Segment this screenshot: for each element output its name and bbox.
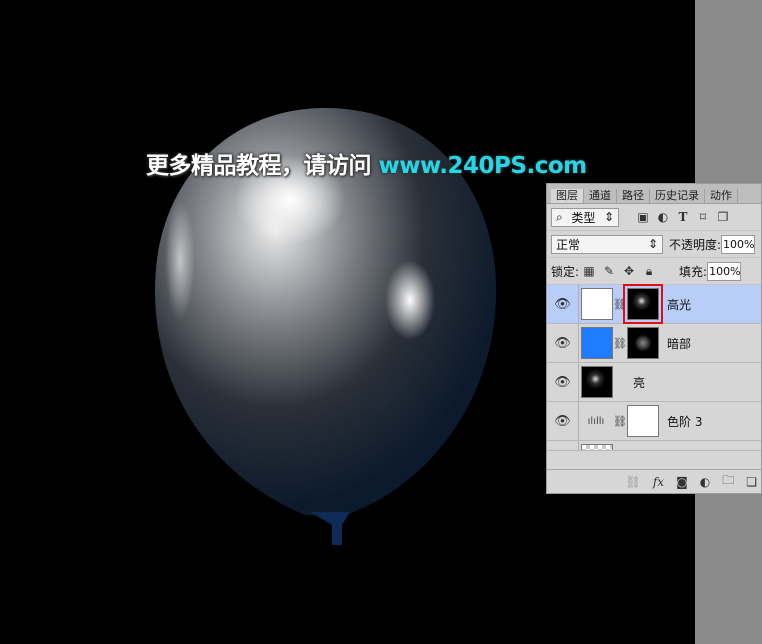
link-icon[interactable]: ⛓︎ bbox=[613, 415, 627, 428]
panel-footer: ⛓︎ fx ◙ ◐ 🗀︎ ❏ bbox=[547, 469, 761, 493]
layer-mask-thumbnail[interactable] bbox=[627, 405, 659, 437]
fill-label: 填充: bbox=[679, 264, 708, 279]
filter-kind-select[interactable]: ⌕ 类型 ⇕ bbox=[551, 207, 619, 227]
shape-filter-icon[interactable]: ⌑ bbox=[693, 210, 713, 224]
layer-bright[interactable]: 👁︎ 亮 bbox=[547, 363, 761, 402]
panel-tabs: 图层 通道 路径 历史记录 动作 bbox=[547, 184, 761, 204]
updown-icon: ⇕ bbox=[603, 210, 614, 224]
layers-panel: 图层 通道 路径 历史记录 动作 ⌕ 类型 ⇕ ▣ ◐ T ⌑ ❐ 正常 ⇕ 不透明度… bbox=[546, 183, 762, 494]
layer-name: 暗部 bbox=[667, 336, 692, 351]
watermark-url: www.240PS.com bbox=[378, 153, 588, 179]
lock-transparent-icon[interactable]: ▦ bbox=[579, 264, 599, 278]
levels-adjustment-icon: ılıllı bbox=[587, 415, 605, 427]
lock-paint-brush-icon[interactable]: ✎ bbox=[599, 264, 619, 278]
adjustment-filter-icon[interactable]: ◐ bbox=[653, 210, 673, 224]
eye-icon[interactable]: 👁︎ bbox=[547, 324, 579, 362]
opacity-input[interactable]: 100% bbox=[721, 234, 756, 254]
layer-thumbnail bbox=[581, 327, 613, 359]
layer-thumbnail bbox=[581, 366, 613, 398]
tab-actions[interactable]: 动作 bbox=[705, 189, 738, 203]
layer-levels-3[interactable]: 👁︎ ılıllı ⛓︎ 色阶 3 bbox=[547, 402, 761, 441]
layer-mask-thumbnail[interactable] bbox=[627, 327, 659, 359]
adjustment-layer-icon[interactable]: ◐ bbox=[700, 475, 710, 489]
filter-row: ⌕ 类型 ⇕ ▣ ◐ T ⌑ ❐ bbox=[547, 204, 761, 231]
opacity-label: 不透明度: bbox=[669, 237, 722, 252]
lock-label: 锁定: bbox=[551, 264, 580, 279]
eye-icon[interactable]: 👁︎ bbox=[547, 402, 579, 440]
updown-icon: ⇕ bbox=[647, 237, 658, 251]
watermark-text: 更多精品教程，请访问 bbox=[146, 153, 372, 179]
lock-move-icon[interactable]: ✥ bbox=[619, 264, 639, 278]
blend-mode-select[interactable]: 正常 ⇕ bbox=[551, 234, 663, 254]
link-layers-icon[interactable]: ⛓︎ bbox=[626, 475, 641, 489]
new-layer-icon[interactable]: ❏ bbox=[746, 475, 757, 489]
layer-name: 色阶 3 bbox=[667, 414, 703, 429]
eye-icon[interactable]: 👁︎ bbox=[547, 285, 579, 323]
tab-history[interactable]: 历史记录 bbox=[650, 189, 705, 203]
fill-input[interactable]: 100% bbox=[707, 261, 742, 281]
image-filter-icon[interactable]: ▣ bbox=[633, 210, 653, 224]
add-mask-icon[interactable]: ◙ bbox=[676, 475, 688, 489]
layer-thumbnail bbox=[581, 288, 613, 320]
tab-layers[interactable]: 图层 bbox=[551, 189, 584, 203]
lock-row: 锁定: ▦ ✎ ✥ 🔒︎ 填充: 100% bbox=[547, 258, 761, 285]
eye-icon[interactable]: 👁︎ bbox=[547, 363, 579, 401]
layer-partial[interactable] bbox=[547, 441, 761, 451]
layer-mask-thumbnail[interactable] bbox=[623, 284, 663, 324]
smart-object-filter-icon[interactable]: ❐ bbox=[713, 210, 733, 224]
layer-thumbnail bbox=[581, 444, 613, 450]
link-icon[interactable]: ⛓︎ bbox=[613, 298, 627, 311]
blend-row: 正常 ⇕ 不透明度: 100% bbox=[547, 231, 761, 258]
link-icon[interactable]: ⛓︎ bbox=[613, 337, 627, 350]
tab-channels[interactable]: 通道 bbox=[584, 189, 617, 203]
type-filter-icon[interactable]: T bbox=[673, 210, 693, 224]
layer-highlight[interactable]: 👁︎ ⛓︎ 高光 bbox=[547, 284, 761, 324]
eye-column bbox=[547, 441, 579, 450]
tab-paths[interactable]: 路径 bbox=[617, 189, 650, 203]
watermark: 更多精品教程，请访问 www.240PS.com bbox=[146, 146, 587, 180]
layer-shadow[interactable]: 👁︎ ⛓︎ 暗部 bbox=[547, 324, 761, 363]
fx-icon[interactable]: fx bbox=[653, 475, 664, 489]
lock-all-icon[interactable]: 🔒︎ bbox=[639, 264, 659, 279]
layer-name: 高光 bbox=[667, 297, 692, 312]
folder-icon[interactable]: 🗀︎ bbox=[722, 471, 734, 492]
search-icon: ⌕ bbox=[556, 209, 563, 224]
layer-name: 亮 bbox=[633, 375, 646, 390]
